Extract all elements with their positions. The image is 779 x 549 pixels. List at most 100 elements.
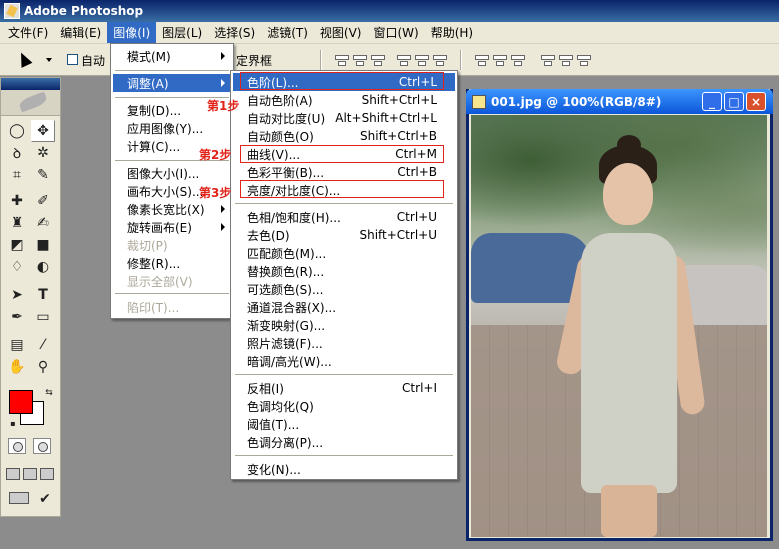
menu-item-label: 陷印(T)... bbox=[127, 300, 180, 315]
menu-item-mode[interactable]: 模式(M) bbox=[113, 47, 231, 65]
checkmark-icon[interactable]: ✔ bbox=[33, 488, 57, 510]
menu-select[interactable]: 选择(S) bbox=[208, 22, 261, 43]
menu-item-variations[interactable]: 变化(N)... bbox=[233, 460, 455, 478]
tool-preset-picker[interactable] bbox=[15, 50, 56, 68]
menu-item-threshold[interactable]: 阈值(T)... bbox=[233, 415, 455, 433]
jump-to-imageready-icon[interactable] bbox=[9, 492, 29, 504]
hand-tool-icon[interactable]: ✋ bbox=[5, 356, 29, 378]
align-hcenter-icon[interactable] bbox=[414, 53, 429, 67]
menu-item-image-size[interactable]: 图像大小(I)... bbox=[113, 164, 231, 182]
menu-item-selective-color[interactable]: 可选颜色(S)... bbox=[233, 280, 455, 298]
menu-window[interactable]: 窗口(W) bbox=[367, 22, 424, 43]
distribute-hcenter-icon[interactable] bbox=[558, 53, 573, 67]
menu-item-pixel-aspect[interactable]: 像素长宽比(X) bbox=[113, 200, 231, 218]
menu-item-rotate-canvas[interactable]: 旋转画布(E) bbox=[113, 218, 231, 236]
magic-wand-tool-icon[interactable]: ✲ bbox=[31, 142, 55, 164]
menu-edit[interactable]: 编辑(E) bbox=[54, 22, 107, 43]
menu-bar: 文件(F) 编辑(E) 图像(I) 图层(L) 选择(S) 滤镜(T) 视图(V… bbox=[0, 22, 779, 44]
menu-item-label: 图像大小(I)... bbox=[127, 166, 200, 181]
lasso-tool-icon[interactable]: ꝺ bbox=[5, 142, 29, 164]
distribute-bottom-icon[interactable] bbox=[510, 53, 525, 67]
menu-image[interactable]: 图像(I) bbox=[107, 22, 157, 43]
notes-tool-icon[interactable]: ▤ bbox=[5, 334, 29, 356]
menu-item-auto-contrast[interactable]: 自动对比度(U) Alt+Shift+Ctrl+L bbox=[233, 109, 455, 127]
align-vcenter-icon[interactable] bbox=[352, 53, 367, 67]
distribute-left-icon[interactable] bbox=[540, 53, 555, 67]
align-bottom-icon[interactable] bbox=[370, 53, 385, 67]
menu-item-label: 色相/饱和度(H)... bbox=[247, 210, 341, 225]
menu-item-channel-mixer[interactable]: 通道混合器(X)... bbox=[233, 298, 455, 316]
gradient-tool-icon[interactable]: ■ bbox=[31, 234, 55, 256]
menu-item-label: 替换颜色(R)... bbox=[247, 264, 325, 279]
align-top-icon[interactable] bbox=[334, 53, 349, 67]
menu-item-trim[interactable]: 修整(R)... bbox=[113, 254, 231, 272]
menu-item-auto-color[interactable]: 自动颜色(O) Shift+Ctrl+B bbox=[233, 127, 455, 145]
menu-item-match-color[interactable]: 匹配颜色(M)... bbox=[233, 244, 455, 262]
path-selection-tool-icon[interactable]: ➤ bbox=[5, 284, 29, 306]
document-canvas-photo[interactable] bbox=[471, 115, 767, 537]
history-brush-tool-icon[interactable]: ✍ bbox=[31, 212, 55, 234]
standard-mode-icon[interactable] bbox=[8, 438, 26, 454]
menu-item-shortcut: Alt+Shift+Ctrl+L bbox=[335, 111, 437, 125]
align-right-icon[interactable] bbox=[432, 53, 447, 67]
healing-brush-tool-icon[interactable]: ✚ bbox=[5, 190, 29, 212]
default-colors-icon[interactable]: ▪ bbox=[1, 412, 25, 434]
menu-item-replace-color[interactable]: 替换颜色(R)... bbox=[233, 262, 455, 280]
menu-item-gradient-map[interactable]: 渐变映射(G)... bbox=[233, 316, 455, 334]
quick-mask-mode-icon[interactable] bbox=[33, 438, 51, 454]
menu-view[interactable]: 视图(V) bbox=[314, 22, 368, 43]
menu-filter[interactable]: 滤镜(T) bbox=[261, 22, 314, 43]
menu-item-desaturate[interactable]: 去色(D) Shift+Ctrl+U bbox=[233, 226, 455, 244]
annotation-step-2: 第2步 bbox=[199, 148, 232, 162]
shape-tool-icon[interactable]: ▭ bbox=[31, 306, 55, 328]
menu-item-label: 渐变映射(G)... bbox=[247, 318, 326, 333]
toolbox-grip[interactable] bbox=[1, 78, 60, 90]
menu-item-auto-levels[interactable]: 自动色阶(A) Shift+Ctrl+L bbox=[233, 91, 455, 109]
dodge-tool-icon[interactable]: ◐ bbox=[31, 256, 55, 278]
brush-tool-icon[interactable]: ✐ bbox=[31, 190, 55, 212]
swap-colors-icon[interactable]: ⇆ bbox=[37, 382, 61, 404]
photo-hair-bun bbox=[617, 135, 641, 155]
marquee-tool-icon[interactable]: ◯ bbox=[5, 120, 29, 142]
crop-tool-icon[interactable]: ⌗ bbox=[5, 164, 29, 186]
menu-item-label: 应用图像(Y)... bbox=[127, 121, 204, 136]
menu-item-adjust[interactable]: 调整(A) bbox=[113, 74, 231, 92]
type-tool-icon[interactable]: T bbox=[31, 284, 55, 306]
menu-item-shadow-highlight[interactable]: 暗调/高光(W)... bbox=[233, 352, 455, 370]
menu-item-photo-filter[interactable]: 照片滤镜(F)... bbox=[233, 334, 455, 352]
menu-item-equalize[interactable]: 色调均化(Q) bbox=[233, 397, 455, 415]
menu-item-posterize[interactable]: 色调分离(P)... bbox=[233, 433, 455, 451]
full-screen-menu-mode-icon[interactable] bbox=[23, 468, 37, 480]
menu-item-reveal-all: 显示全部(V) bbox=[113, 272, 231, 290]
menu-help[interactable]: 帮助(H) bbox=[425, 22, 479, 43]
slice-tool-icon[interactable]: ✎ bbox=[31, 164, 55, 186]
document-title-bar[interactable]: 001.jpg @ 100%(RGB/8#) _ □ × bbox=[466, 89, 773, 114]
foreground-color-swatch[interactable] bbox=[9, 390, 33, 414]
auto-select-label: 自动 bbox=[81, 54, 106, 68]
zoom-tool-icon[interactable]: ⚲ bbox=[31, 356, 55, 378]
align-left-icon[interactable] bbox=[396, 53, 411, 67]
minimize-button[interactable]: _ bbox=[702, 92, 722, 111]
full-screen-mode-icon[interactable] bbox=[40, 468, 54, 480]
standard-screen-mode-icon[interactable] bbox=[6, 468, 20, 480]
menu-item-invert[interactable]: 反相(I) Ctrl+I bbox=[233, 379, 455, 397]
menu-file[interactable]: 文件(F) bbox=[2, 22, 54, 43]
eyedropper-tool-icon[interactable]: ⁄ bbox=[31, 334, 55, 356]
distribute-vcenter-icon[interactable] bbox=[492, 53, 507, 67]
menu-layer[interactable]: 图层(L) bbox=[156, 22, 208, 43]
menu-item-apply-image[interactable]: 应用图像(Y)... bbox=[113, 119, 231, 137]
close-button[interactable]: × bbox=[746, 92, 766, 111]
menu-item-color-balance[interactable]: 色彩平衡(B)... Ctrl+B bbox=[233, 163, 455, 181]
clone-stamp-tool-icon[interactable]: ♜ bbox=[5, 212, 29, 234]
pen-tool-icon[interactable]: ✒ bbox=[5, 306, 29, 328]
distribute-top-icon[interactable] bbox=[474, 53, 489, 67]
move-tool-icon[interactable]: ✥ bbox=[31, 120, 55, 142]
eraser-tool-icon[interactable]: ◩ bbox=[5, 234, 29, 256]
menu-item-hue-saturation[interactable]: 色相/饱和度(H)... Ctrl+U bbox=[233, 208, 455, 226]
menu-divider bbox=[235, 374, 453, 375]
distribute-right-icon[interactable] bbox=[576, 53, 591, 67]
menu-item-label: 模式(M) bbox=[127, 49, 171, 64]
maximize-button[interactable]: □ bbox=[724, 92, 744, 111]
blur-tool-icon[interactable]: ♢ bbox=[5, 256, 29, 278]
auto-select-checkbox[interactable] bbox=[67, 54, 78, 65]
